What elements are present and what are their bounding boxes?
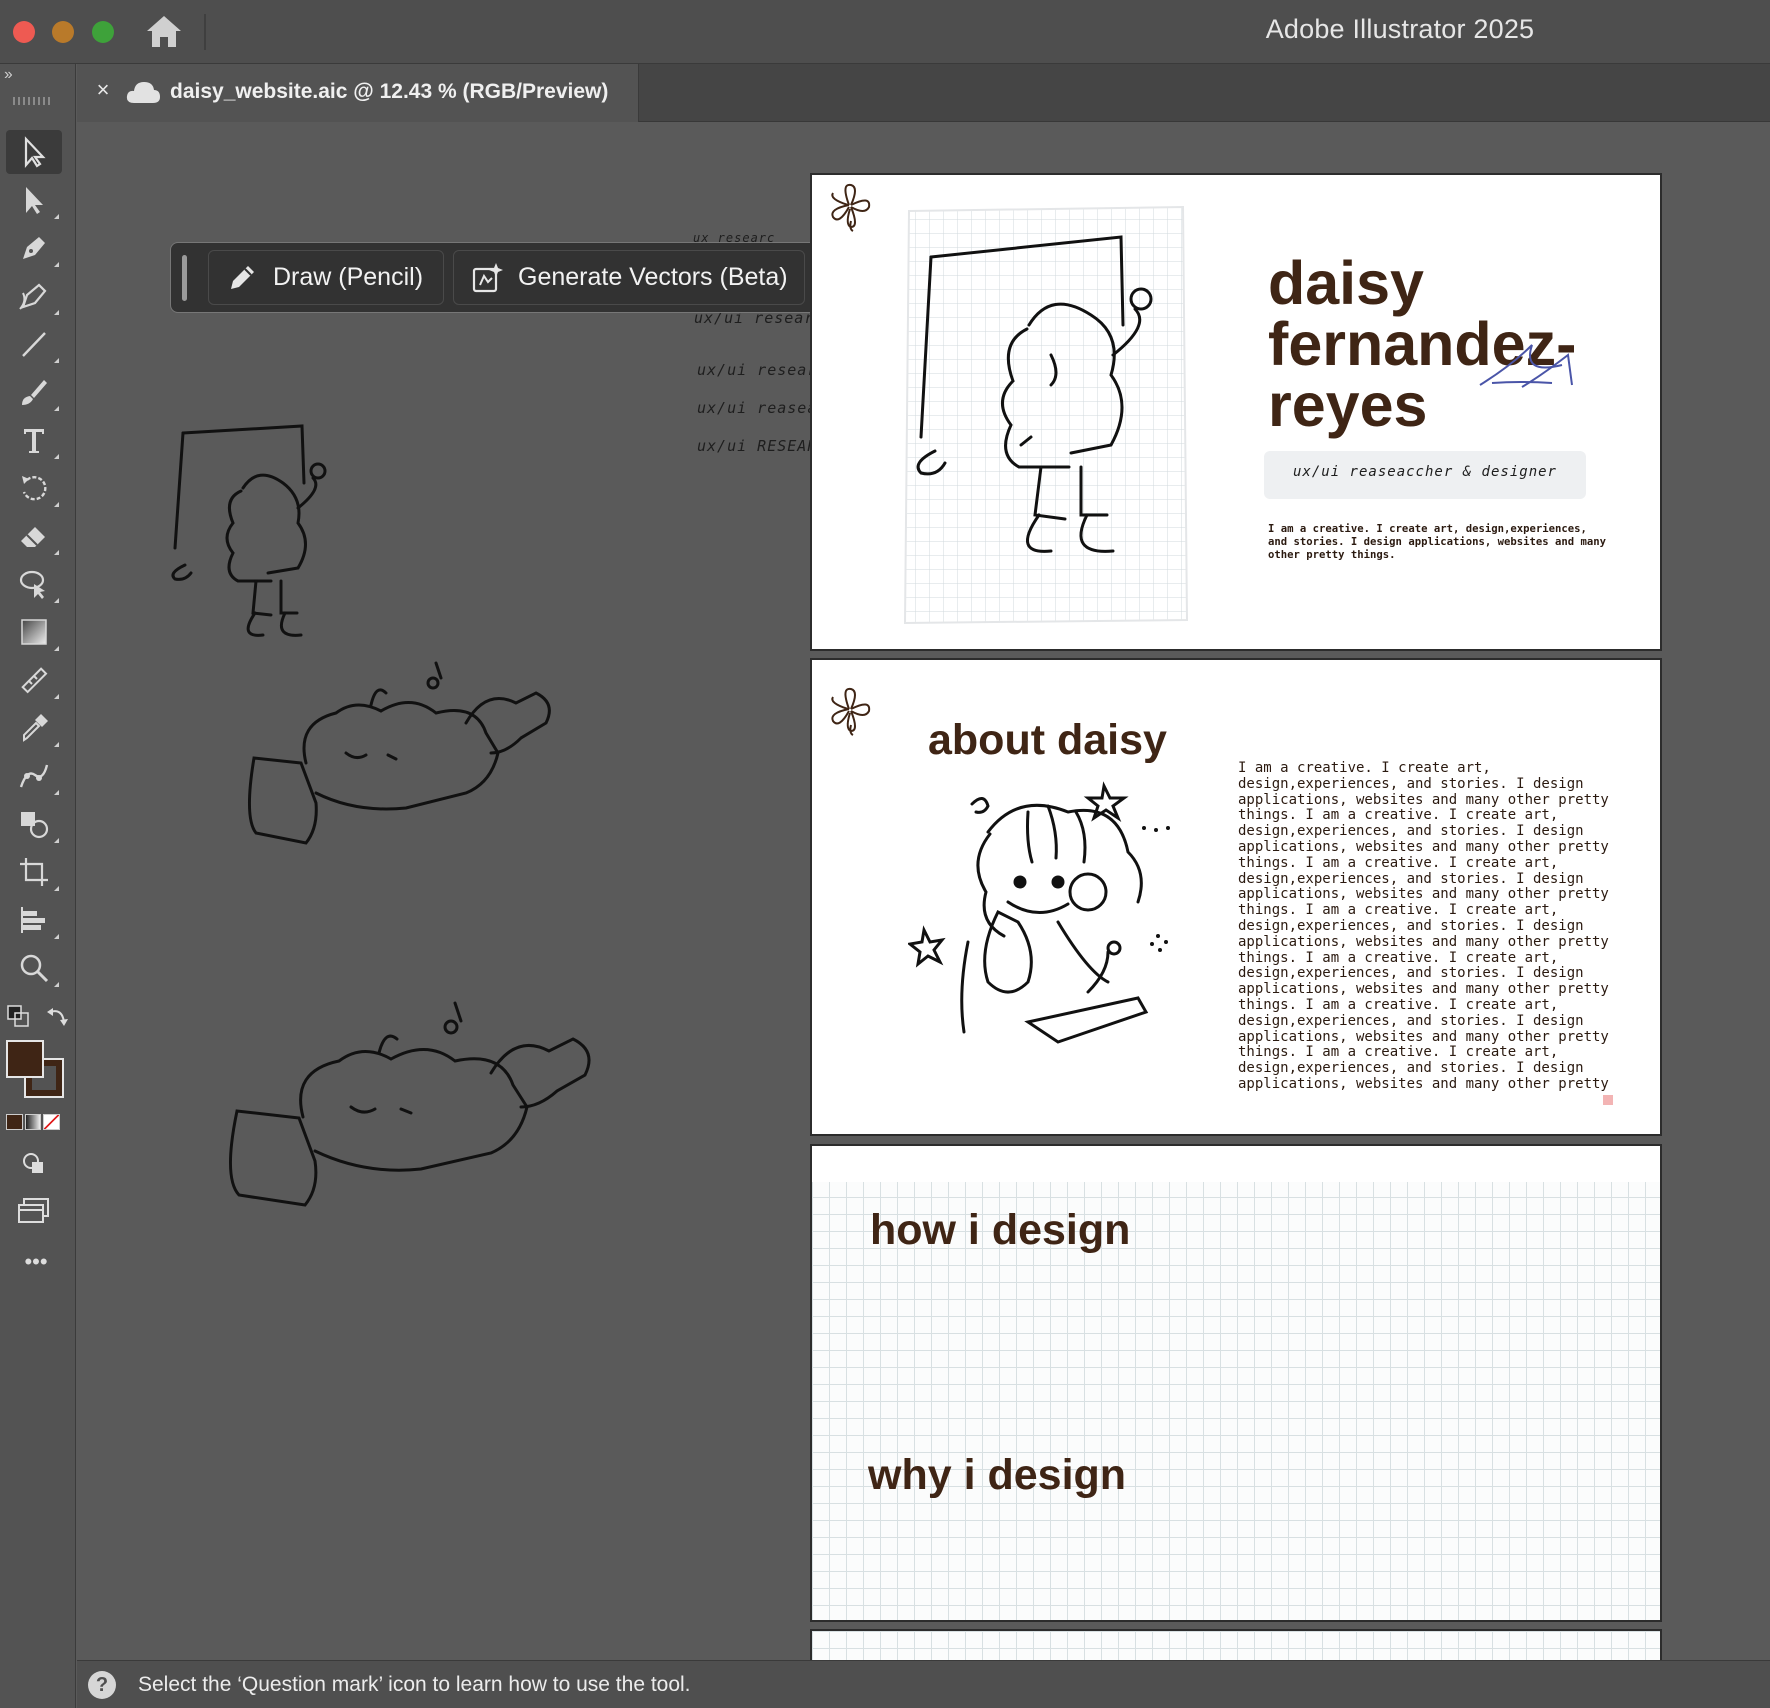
none-mode-button[interactable]	[43, 1114, 61, 1130]
column-graph-icon	[21, 907, 45, 933]
selection-arrow-icon	[24, 136, 46, 168]
curvature-pen-icon	[19, 283, 47, 310]
document-tab-label: daisy_website.aic @ 12.43 % (RGB/Preview…	[170, 80, 609, 103]
blend-tool[interactable]	[6, 658, 62, 702]
direct-selection-icon	[26, 187, 43, 214]
pencil-icon	[231, 265, 254, 289]
app-title: Adobe Illustrator 2025	[1265, 14, 1535, 44]
panel-grip[interactable]	[13, 97, 53, 105]
line-segment-icon	[22, 332, 46, 357]
direct-selection-tool[interactable]	[6, 178, 62, 222]
artboard-about[interactable]: about daisy I am a creative. I create ar…	[810, 658, 1662, 1136]
about-title: about daisy	[928, 716, 1167, 764]
type-tool[interactable]	[6, 418, 62, 462]
artboard-next[interactable]	[810, 1629, 1662, 1660]
eraser-tool[interactable]	[6, 514, 62, 558]
pen-tool[interactable]	[6, 226, 62, 270]
screen-mode-icon[interactable]	[16, 1196, 52, 1226]
generate-vectors-label: Generate Vectors (Beta)	[518, 263, 788, 291]
why-i-design-title: why i design	[868, 1451, 1127, 1499]
edit-toolbar-button[interactable]: •••	[14, 1251, 58, 1278]
draw-mode-icon[interactable]	[20, 1149, 48, 1177]
shape-builder-icon	[21, 812, 49, 839]
hero-name-line: reyes	[1268, 371, 1428, 439]
measure-blend-icon	[21, 667, 48, 694]
how-i-design-title: how i design	[870, 1206, 1131, 1254]
canvas[interactable]: ux researc ux/ui researcher & des ux/ui …	[77, 123, 1770, 1660]
paintbrush-tool[interactable]	[6, 370, 62, 414]
rotate-icon	[22, 476, 47, 501]
color-mode-buttons	[6, 1114, 61, 1130]
hero-name: daisy fernandez- reyes	[1268, 253, 1648, 436]
pen-icon	[23, 237, 45, 259]
puppet-warp-tool[interactable]	[6, 754, 62, 798]
blue-ink-doodle	[1479, 344, 1573, 388]
question-mark-icon[interactable]: ?	[88, 1671, 116, 1699]
collapse-panel-button[interactable]: ››	[4, 66, 13, 84]
rotate-tool[interactable]	[6, 466, 62, 510]
minimize-window-button[interactable]	[52, 21, 74, 43]
gradient-mode-button[interactable]	[24, 1114, 42, 1130]
type-t-icon	[24, 429, 44, 453]
generate-vectors-button[interactable]: Generate Vectors (Beta)	[453, 250, 805, 305]
paintbrush-icon	[22, 380, 47, 405]
lasso-tool[interactable]	[6, 562, 62, 606]
flower-doodle	[831, 183, 871, 232]
puppet-warp-icon	[19, 764, 49, 788]
eyedropper-tool[interactable]	[6, 706, 62, 750]
about-body: I am a creative. I create art, design,ex…	[1238, 760, 1609, 1092]
zoom-window-button[interactable]	[92, 21, 114, 43]
zoom-tool[interactable]	[6, 946, 62, 990]
pink-marker	[1603, 1095, 1613, 1105]
cloud-document-icon	[126, 82, 160, 103]
line-tool[interactable]	[6, 322, 62, 366]
hero-name-line: daisy	[1268, 249, 1424, 317]
swap-colors-icon[interactable]	[44, 1004, 70, 1030]
thinking-character-drawing	[908, 781, 1170, 1044]
grid-paper-illustration	[903, 205, 1189, 625]
status-bar: ? Select the ‘Question mark’ icon to lea…	[77, 1660, 1770, 1708]
artboard-hero[interactable]: daisy fernandez- reyes ux/ui reaseaccher…	[810, 173, 1662, 651]
home-icon[interactable]	[145, 13, 183, 49]
status-text: Select the ‘Question mark’ icon to learn…	[138, 1673, 691, 1696]
draw-pencil-button[interactable]: Draw (Pencil)	[208, 250, 444, 305]
fill-color-swatch[interactable]	[6, 1040, 44, 1078]
painter-character-drawing[interactable]	[163, 403, 443, 658]
gradient-icon	[21, 619, 47, 645]
document-tab[interactable]: × daisy_website.aic @ 12.43 % (RGB/Previ…	[77, 64, 639, 122]
eyedropper-icon	[23, 714, 48, 742]
generate-vectors-icon	[472, 262, 503, 292]
hero-tagline: ux/ui reaseaccher & designer	[1292, 464, 1557, 480]
flower-doodle	[831, 687, 871, 736]
hero-intro: I am a creative. I create art, design,ex…	[1268, 523, 1607, 561]
tools-panel: ›› •••	[0, 64, 76, 1708]
hero-name-line: fernandez-	[1268, 310, 1577, 378]
shape-builder-tool[interactable]	[6, 802, 62, 846]
artboard-process[interactable]: how i design why i design	[810, 1144, 1662, 1622]
selection-tool[interactable]	[6, 130, 62, 174]
tagline-box: ux/ui reaseaccher & designer	[1264, 451, 1586, 499]
torn-paper-edge	[812, 1146, 1660, 1182]
close-window-button[interactable]	[13, 21, 35, 43]
titlebar-separator	[204, 14, 206, 50]
curvature-tool[interactable]	[6, 274, 62, 318]
title-bar: Adobe Illustrator 2025	[0, 0, 1770, 64]
artboard-icon	[20, 858, 48, 886]
magnifier-icon	[20, 954, 49, 983]
gradient-tool[interactable]	[6, 610, 62, 654]
task-bar-grip[interactable]	[182, 255, 187, 301]
close-tab-button[interactable]: ×	[91, 78, 115, 102]
document-tab-bar: × daisy_website.aic @ 12.43 % (RGB/Previ…	[77, 64, 1770, 122]
draw-pencil-label: Draw (Pencil)	[273, 263, 424, 291]
column-graph-tool[interactable]	[6, 898, 62, 942]
lying-character-drawing-2[interactable]	[215, 983, 605, 1213]
eraser-icon	[21, 527, 45, 547]
color-mode-button[interactable]	[6, 1114, 23, 1130]
default-colors-icon[interactable]	[6, 1004, 32, 1030]
lying-character-drawing[interactable]	[236, 643, 571, 848]
lasso-selection-icon	[19, 570, 45, 599]
artboard-tool[interactable]	[6, 850, 62, 894]
